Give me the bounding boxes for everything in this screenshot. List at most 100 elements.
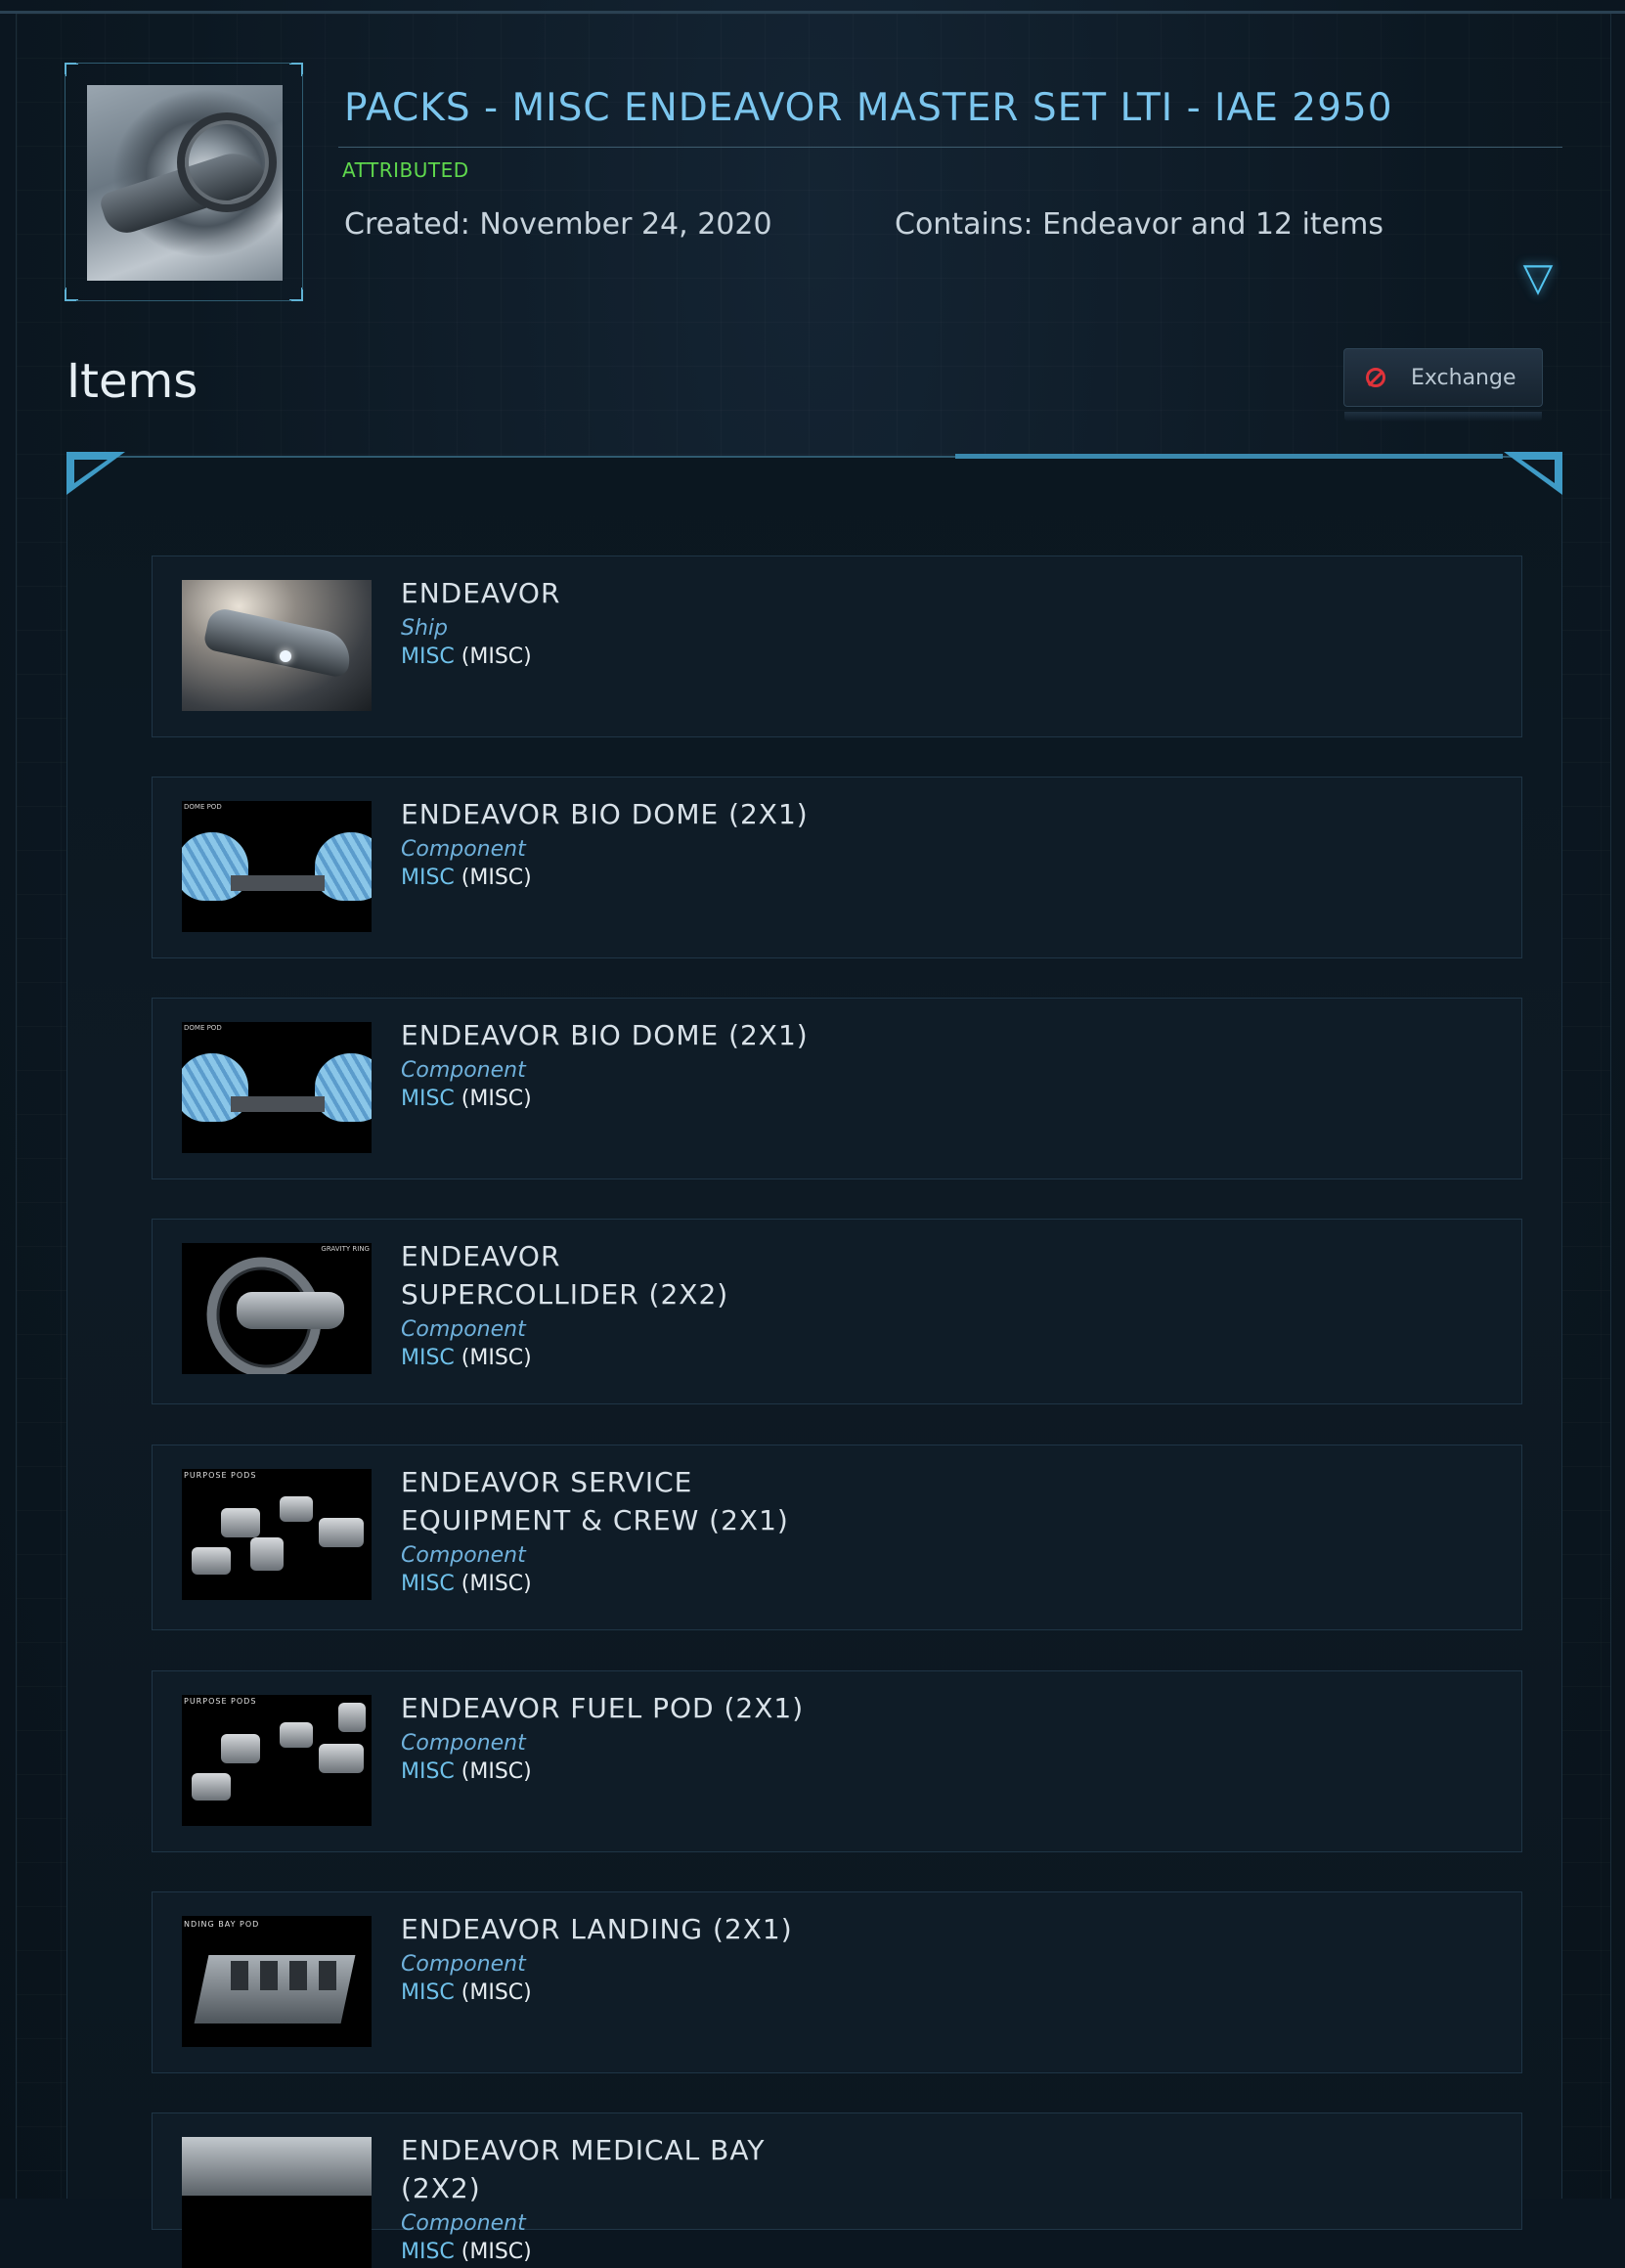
exchange-button-label: Exchange: [1411, 365, 1516, 390]
pod-shape: [221, 1508, 260, 1537]
manufacturer-code: MISC: [469, 1346, 524, 1370]
list-item[interactable]: DOME POD ENDEAVOR BIO DOME (2X1) Compone…: [152, 777, 1522, 958]
manufacturer-code-open: (: [454, 1572, 470, 1596]
item-info: ENDEAVOR SUPERCOLLIDER (2X2) Component M…: [401, 1237, 763, 1372]
manufacturer-code: MISC: [469, 2240, 524, 2264]
thumb-caption: PURPOSE PODS: [184, 1697, 257, 1706]
item-manufacturer: MISC (MISC): [401, 1345, 763, 1372]
panel-divider-accent: [955, 454, 1503, 459]
list-item[interactable]: ENDEAVOR MEDICAL BAY (2X2) Component MIS…: [152, 2112, 1522, 2268]
pod-shape: [319, 1518, 364, 1547]
item-name: ENDEAVOR: [401, 577, 561, 609]
manufacturer-name: MISC: [401, 1087, 455, 1111]
manufacturer-name: MISC: [401, 1572, 455, 1596]
frame-corner: [65, 63, 78, 76]
item-manufacturer: MISC (MISC): [401, 1086, 1085, 1113]
ban-icon: [1366, 368, 1385, 387]
supercollider-image: GRAVITY RING: [182, 1243, 372, 1374]
manufacturer-code-close: ): [523, 645, 532, 669]
panel-corner-triangle: [74, 460, 108, 483]
item-type: Component: [401, 1731, 526, 1756]
frame-edge: [76, 63, 291, 64]
list-item[interactable]: PURPOSE PODS ENDEAVOR FUEL POD (2X1) Com…: [152, 1670, 1522, 1852]
expand-toggle-icon[interactable]: ▽: [1516, 256, 1559, 299]
items-heading: Items: [66, 354, 198, 409]
service-pod-image: PURPOSE PODS: [182, 1469, 372, 1600]
contains-summary: Contains: Endeavor and 12 items: [895, 207, 1384, 242]
item-name: ENDEAVOR LANDING (2X1): [401, 1913, 793, 1945]
manufacturer-code-close: ): [523, 2240, 532, 2264]
manufacturer-name: MISC: [401, 1980, 455, 2005]
bay-shape: [182, 2137, 372, 2196]
item-info: ENDEAVOR BIO DOME (2X1) Component MISC (…: [401, 795, 1085, 892]
fuel-pod-image: PURPOSE PODS: [182, 1695, 372, 1826]
thumb-caption: NDING BAY POD: [184, 1920, 260, 1929]
manufacturer-code-close: ): [523, 1980, 532, 2005]
thumb-caption: GRAVITY RING: [321, 1245, 370, 1253]
pod-shape: [250, 1537, 284, 1571]
manufacturer-code: MISC: [469, 1087, 524, 1111]
item-name: ENDEAVOR SUPERCOLLIDER (2X2): [401, 1240, 729, 1311]
bio-dome-image: DOME POD: [182, 801, 372, 932]
manufacturer-code-close: ): [523, 1346, 532, 1370]
item-manufacturer: MISC (MISC): [401, 644, 1085, 671]
bay-slot-shape: [289, 1961, 307, 1990]
frame-corner: [289, 288, 303, 301]
item-name: ENDEAVOR BIO DOME (2X1): [401, 1019, 809, 1051]
manufacturer-name: MISC: [401, 866, 455, 890]
item-type: Component: [401, 1317, 526, 1342]
manufacturer-code: MISC: [469, 1759, 524, 1784]
manufacturer-code-close: ): [523, 1572, 532, 1596]
frame-edge: [76, 300, 291, 301]
manufacturer-code: MISC: [469, 1572, 524, 1596]
list-item[interactable]: ENDEAVOR Ship MISC (MISC): [152, 556, 1522, 737]
pod-shape: [221, 1734, 260, 1763]
list-item[interactable]: GRAVITY RING ENDEAVOR SUPERCOLLIDER (2X2…: [152, 1219, 1522, 1404]
pod-shape: [192, 1773, 231, 1801]
item-name: ENDEAVOR FUEL POD (2X1): [401, 1692, 805, 1724]
endeavor-ship-image: [182, 580, 372, 711]
list-item[interactable]: DOME POD ENDEAVOR BIO DOME (2X1) Compone…: [152, 998, 1522, 1179]
thumb-caption: DOME POD: [184, 803, 222, 811]
frame-edge: [302, 74, 303, 289]
panel-corner-triangle: [1521, 460, 1555, 483]
item-info: ENDEAVOR SERVICE EQUIPMENT & CREW (2X1) …: [401, 1463, 812, 1598]
connector-shape: [231, 1096, 325, 1112]
pod-shape: [192, 1547, 231, 1575]
thumb-caption: PURPOSE PODS: [184, 1471, 257, 1480]
pod-shape: [338, 1703, 366, 1732]
manufacturer-code: MISC: [469, 866, 524, 890]
engine-glow-shape: [280, 650, 291, 662]
ship-hull-shape: [202, 605, 355, 680]
pack-image: [87, 85, 283, 281]
manufacturer-code-open: (: [454, 1759, 470, 1784]
list-item[interactable]: PURPOSE PODS ENDEAVOR SERVICE EQUIPMENT …: [152, 1445, 1522, 1630]
manufacturer-code: MISC: [469, 645, 524, 669]
manufacturer-code-close: ): [523, 1759, 532, 1784]
pack-thumbnail-frame: [65, 63, 303, 301]
item-manufacturer: MISC (MISC): [401, 1979, 1085, 2007]
manufacturer-code-open: (: [454, 2240, 470, 2264]
manufacturer-name: MISC: [401, 2240, 455, 2264]
item-type: Ship: [401, 616, 448, 641]
item-info: ENDEAVOR BIO DOME (2X1) Component MISC (…: [401, 1016, 1085, 1113]
item-name: ENDEAVOR SERVICE EQUIPMENT & CREW (2X1): [401, 1466, 789, 1536]
manufacturer-name: MISC: [401, 1759, 455, 1784]
medical-bay-image: [182, 2137, 372, 2268]
item-name: ENDEAVOR MEDICAL BAY (2X2): [401, 2134, 766, 2204]
pack-title: PACKS - MISC ENDEAVOR MASTER SET LTI - I…: [344, 86, 1393, 130]
list-item[interactable]: NDING BAY POD ENDEAVOR LANDING (2X1) Com…: [152, 1891, 1522, 2073]
bay-slot-shape: [260, 1961, 278, 1990]
module-body-shape: [237, 1292, 344, 1329]
frame-edge: [65, 74, 66, 289]
manufacturer-code-open: (: [454, 1087, 470, 1111]
item-info: ENDEAVOR MEDICAL BAY (2X2) Component MIS…: [401, 2131, 772, 2266]
manufacturer-code-open: (: [454, 1346, 470, 1370]
title-divider: [338, 147, 1562, 148]
item-type: Component: [401, 1058, 526, 1083]
landing-bay-image: NDING BAY POD: [182, 1916, 372, 2047]
pod-shape: [280, 1722, 313, 1748]
bay-slot-shape: [319, 1961, 336, 1990]
bio-dome-image: DOME POD: [182, 1022, 372, 1153]
exchange-button[interactable]: Exchange: [1343, 348, 1543, 422]
